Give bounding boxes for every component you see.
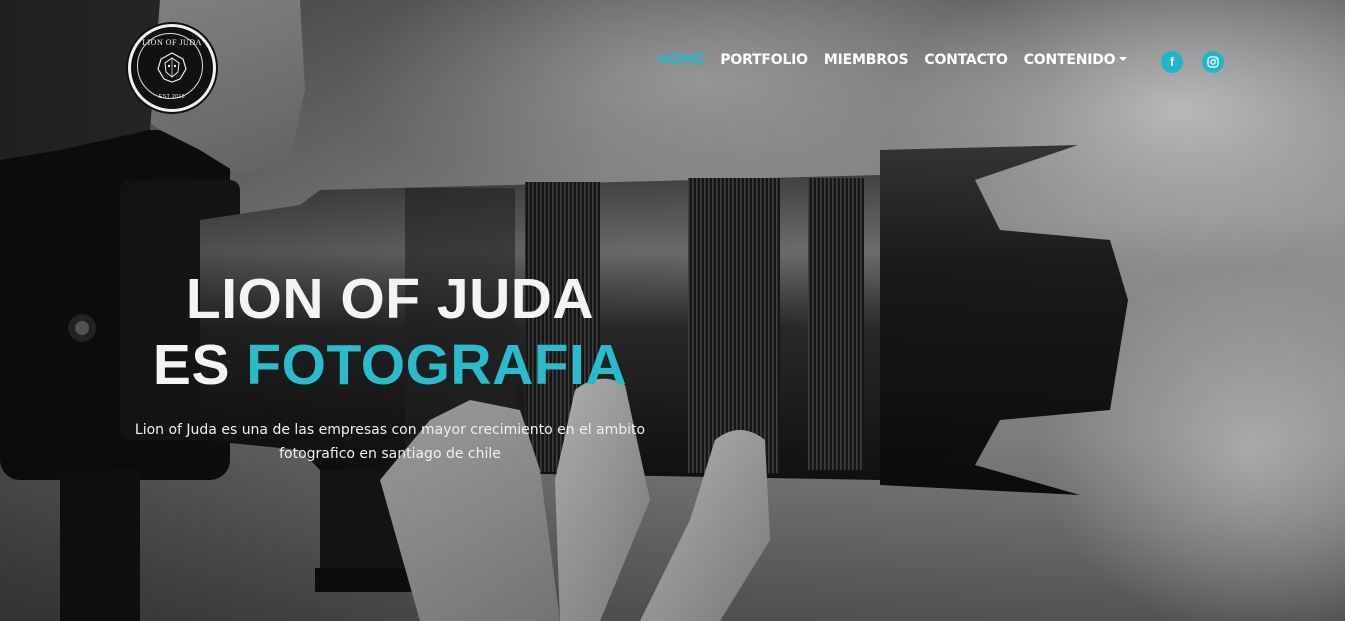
logo-bottom-text: EST 2019 xyxy=(158,94,186,100)
instagram-icon[interactable] xyxy=(1202,51,1224,73)
headline-line-2: ES FOTOGRAFIA xyxy=(140,332,640,398)
lion-head-icon xyxy=(157,52,187,83)
chevron-down-icon xyxy=(1119,57,1128,61)
nav-contenido-dropdown[interactable]: CONTENIDO xyxy=(1024,52,1128,68)
headline-line-1: LION OF JUDA xyxy=(185,267,595,331)
instagram-glyph xyxy=(1207,56,1219,68)
nav-home[interactable]: HOME xyxy=(658,52,705,68)
nav-contacto[interactable]: CONTACTO xyxy=(924,52,1008,68)
nav-miembros[interactable]: MIEMBROS xyxy=(824,52,909,68)
social-links: f xyxy=(1161,51,1183,73)
facebook-icon[interactable]: f xyxy=(1161,51,1183,73)
headline-prefix: ES xyxy=(152,333,247,397)
hero-subtitle: Lion of Juda es una de las empresas con … xyxy=(134,422,646,462)
hero-headline: LION OF JUDA ES FOTOGRAFIA xyxy=(140,266,640,398)
main-navigation: HOME PORTFOLIO MIEMBROS CONTACTO CONTENI… xyxy=(658,52,1143,68)
facebook-glyph: f xyxy=(1170,55,1174,69)
logo-top-text: LION OF JUDA xyxy=(142,38,202,47)
brand-logo[interactable]: LION OF JUDA EST 2019 xyxy=(128,24,216,112)
nav-contenido-label: CONTENIDO xyxy=(1023,52,1116,68)
hero-section: LION OF JUDA EST 2019 HOME PORTFOLIO MIE… xyxy=(0,0,1345,621)
headline-accent: FOTOGRAFIA xyxy=(246,333,628,397)
social-links-instagram xyxy=(1202,51,1224,73)
nav-portfolio[interactable]: PORTFOLIO xyxy=(720,52,808,68)
